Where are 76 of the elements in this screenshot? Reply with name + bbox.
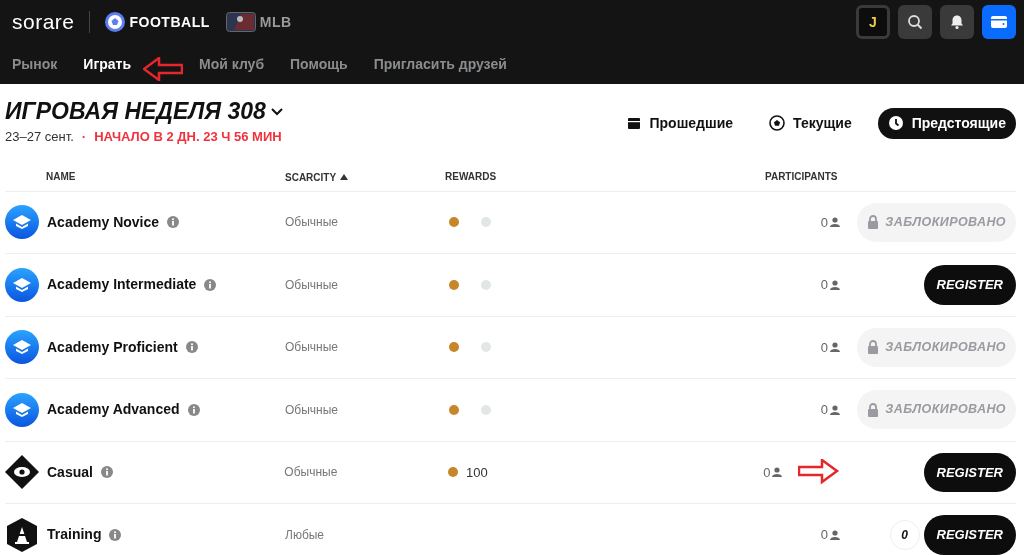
- lock-icon: [867, 402, 880, 417]
- info-icon[interactable]: [167, 216, 180, 229]
- participant-count: 0: [820, 338, 828, 357]
- ball-icon: [103, 11, 126, 33]
- bell-icon: [949, 14, 965, 30]
- nav-link[interactable]: Рынок: [12, 53, 58, 75]
- wallet-icon: [990, 14, 1008, 30]
- person-icon: [830, 404, 840, 415]
- person-icon: [830, 217, 840, 228]
- person-icon: [830, 342, 840, 353]
- scarcity-text: Любые: [285, 526, 326, 544]
- scarcity-text: Обычные: [285, 401, 339, 419]
- contest-name[interactable]: Academy Novice: [47, 211, 160, 233]
- participant-count: 0: [763, 463, 771, 482]
- column-header[interactable]: PARTICIPANTS: [765, 169, 838, 184]
- sport-link[interactable]: MLB: [225, 11, 292, 33]
- nav-link[interactable]: Помощь: [290, 53, 348, 75]
- eye-icon: [5, 455, 39, 490]
- date-range: 23–27 сент.: [5, 128, 74, 146]
- logo[interactable]: sorare: [12, 6, 75, 38]
- nav-link[interactable]: Пригласить друзей: [373, 53, 507, 75]
- search-icon: [907, 14, 923, 30]
- scarcity-text: Обычные: [285, 339, 339, 357]
- filter-tab[interactable]: Текущие: [759, 107, 862, 139]
- column-header[interactable]: REWARDS: [445, 169, 497, 184]
- participant-count: 0: [820, 401, 828, 419]
- scarcity-text: Обычные: [284, 464, 339, 482]
- scarcity-text: Обычные: [285, 276, 339, 294]
- sort-asc-icon[interactable]: [340, 174, 349, 180]
- contest-name[interactable]: Casual: [47, 461, 93, 483]
- participant-count: 0: [820, 213, 828, 232]
- register-button[interactable]: REGISTER: [923, 452, 1016, 492]
- nav-link[interactable]: Мой клуб: [199, 53, 265, 75]
- info-icon[interactable]: [187, 403, 200, 416]
- lock-icon: [867, 340, 880, 355]
- chevron-down-icon[interactable]: [269, 106, 284, 117]
- graduation-cap-icon: [5, 330, 39, 365]
- person-icon: [830, 279, 840, 290]
- lock-icon: [867, 215, 880, 230]
- wallet-button[interactable]: [982, 5, 1016, 39]
- graduation-cap-icon: [5, 392, 39, 427]
- info-icon[interactable]: [204, 278, 217, 291]
- notifications-button[interactable]: [940, 5, 974, 39]
- gameweek-title: ИГРОВАЯ НЕДЕЛЯ 308: [5, 100, 266, 123]
- contest-name[interactable]: Academy Proficient: [47, 336, 178, 358]
- separator-dot: ·: [81, 128, 87, 146]
- register-button[interactable]: REGISTER: [923, 265, 1016, 305]
- search-button[interactable]: [898, 5, 932, 39]
- calendar-icon: [627, 116, 642, 131]
- avatar-button[interactable]: J: [856, 5, 890, 39]
- reward-amount: 100: [465, 463, 488, 482]
- scarcity-text: Обычные: [285, 214, 339, 232]
- participant-count: 0: [820, 276, 828, 294]
- info-icon[interactable]: [185, 341, 198, 354]
- contest-name[interactable]: Academy Advanced: [47, 399, 180, 421]
- register-button[interactable]: REGISTER: [923, 515, 1016, 555]
- person-icon: [772, 467, 783, 478]
- info-icon[interactable]: [100, 466, 113, 479]
- filter-tab[interactable]: Прошедшие: [617, 107, 744, 139]
- contest-name[interactable]: Academy Intermediate: [47, 274, 197, 296]
- participant-count: 0: [820, 526, 828, 544]
- column-header[interactable]: SCARCITY: [285, 169, 349, 185]
- graduation-cap-icon: [5, 267, 39, 302]
- graduation-cap-icon: [5, 205, 39, 240]
- cone-icon: [5, 517, 39, 552]
- nav-link[interactable]: Играть: [83, 53, 131, 75]
- ball-icon: [769, 115, 786, 132]
- filter-tab[interactable]: Предстоящие: [877, 107, 1016, 139]
- column-header[interactable]: NAME: [46, 169, 76, 184]
- countdown-text: НАЧАЛО В 2 ДН. 23 Ч 56 МИН: [94, 128, 282, 146]
- info-icon[interactable]: [109, 528, 122, 541]
- contest-name[interactable]: Training: [47, 524, 102, 546]
- clock-icon: [887, 115, 904, 132]
- sport-link[interactable]: FOOTBALL: [103, 11, 210, 33]
- league-icon: [225, 12, 256, 32]
- person-icon: [830, 529, 840, 540]
